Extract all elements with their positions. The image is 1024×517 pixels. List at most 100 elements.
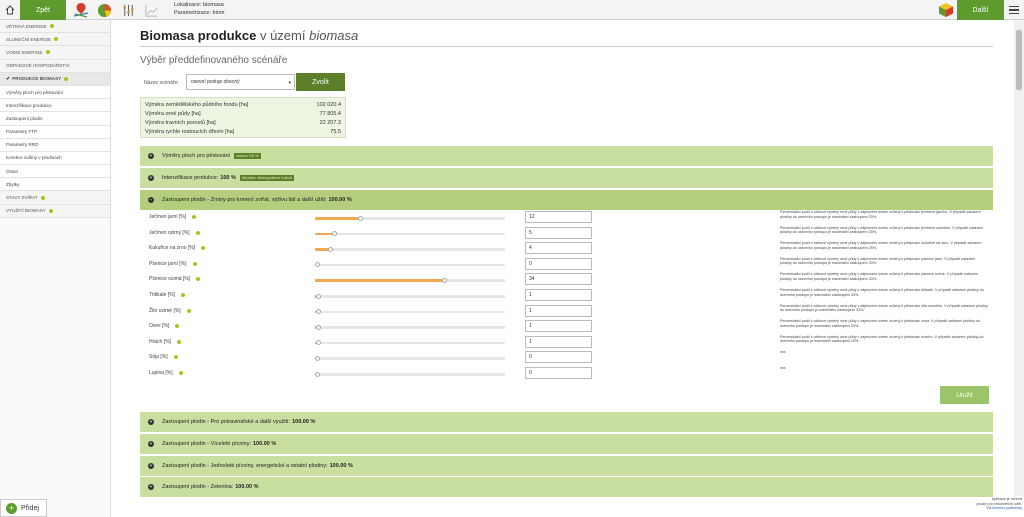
accordion-header[interactable]: + Výměry ploch pro pěstování zadáno 100 % <box>140 146 993 166</box>
license-note: Aplikace je určena pouze pro nekomerční … <box>944 497 1022 511</box>
crop-value-input[interactable]: 0 <box>525 351 592 364</box>
scenario-select[interactable]: osevní postup obecný ▾ <box>186 74 295 90</box>
crop-slider-handle[interactable] <box>315 355 320 361</box>
status-dot-icon <box>64 76 69 81</box>
crop-slider-handle[interactable] <box>315 371 320 377</box>
sidebar-item[interactable]: Osiva <box>0 165 110 179</box>
sidebar-item[interactable]: Vodní energie <box>0 46 110 60</box>
crop-slider-handle[interactable] <box>327 246 333 252</box>
sidebar-item[interactable]: Parametry TTP <box>0 125 110 139</box>
accordion-header[interactable]: − Zastoupení plodin - Zrniny pro krmení z… <box>140 190 993 210</box>
sidebar-item[interactable]: Stavy zvířat <box>0 191 110 205</box>
accordion-value: 100.00 % <box>235 484 259 490</box>
license-link[interactable]: Viz licenční podmínky <box>944 506 1022 511</box>
crop-slider-handle[interactable] <box>315 262 320 268</box>
crop-value-input[interactable]: 12 <box>525 211 592 223</box>
status-dot-icon <box>45 50 50 55</box>
crop-value-input[interactable]: 34 <box>525 273 592 286</box>
crop-value-input[interactable]: 1 <box>525 320 592 333</box>
crop-slider-handle[interactable] <box>441 277 447 283</box>
scrollbar[interactable] <box>1014 20 1024 496</box>
crop-slider[interactable] <box>315 262 505 268</box>
status-dot-icon <box>174 355 178 360</box>
home-icon[interactable] <box>0 0 20 20</box>
crop-slider[interactable] <box>315 231 505 237</box>
hamburger-menu-icon[interactable] <box>1007 4 1021 16</box>
accordion-value: 100.00 % <box>328 197 352 203</box>
save-button[interactable]: Uložit <box>940 386 989 404</box>
crop-description: Percentuální podíl z celkové výměry orné… <box>780 210 981 219</box>
status-dot-icon <box>40 195 45 200</box>
sidebar-item[interactable]: Korekce sušiny v plodinách <box>0 151 110 166</box>
accordion-header[interactable]: + Zastoupení plodin - Jednoleté pícniny, … <box>140 456 993 476</box>
crop-row: Tritikale [%] 1 Percentuální podíl z celko… <box>140 288 993 304</box>
crop-value-input[interactable]: 1 <box>525 304 592 317</box>
crop-slider-handle[interactable] <box>316 309 322 315</box>
crop-slider-fill <box>315 217 361 220</box>
pie-chart-icon[interactable] <box>95 1 113 19</box>
accordion-value: 100.00 % <box>329 463 353 469</box>
sidebar-item[interactable]: Sluneční energie <box>0 33 110 47</box>
sidebar-item[interactable]: Větrná energie <box>0 20 110 34</box>
status-dot-icon <box>193 261 197 266</box>
crop-value-input[interactable]: 0 <box>525 257 592 270</box>
crop-row: Pšenice jarní [%] 0 Percentuální podíl z c… <box>140 257 993 273</box>
crop-slider[interactable] <box>315 246 505 252</box>
sidebar-item[interactable]: Zastoupení plodin <box>0 112 110 126</box>
crop-row: Pšenice ozimá [%] 34 Percentuální podíl z … <box>140 272 993 288</box>
sidebar-item[interactable]: Využití biomasy <box>0 204 110 218</box>
crop-value-input[interactable]: 0 <box>525 367 592 379</box>
scrollbar-thumb[interactable] <box>1016 30 1022 90</box>
accordion-header[interactable]: + Zastoupení plodin - Zelenina: 100.00 % <box>140 477 993 497</box>
crop-slider[interactable] <box>315 340 505 346</box>
crop-slider-handle[interactable] <box>316 340 322 346</box>
crop-slider-handle[interactable] <box>316 324 322 330</box>
sidebar-item[interactable]: ✔ Produkce biomasy <box>0 72 110 86</box>
accordion-label: Zastoupení plodin - Víceleté pícniny: <box>162 441 251 447</box>
status-dot-icon <box>54 37 59 42</box>
sidebar-item-label: Korekce sušiny v plodinách <box>6 155 62 161</box>
accordion-header[interactable]: + Zastoupení plodin - Pro potravinářské a… <box>140 412 993 432</box>
crop-slider-handle[interactable] <box>358 215 364 221</box>
sidebar-item[interactable]: Parametry RRD <box>0 138 110 152</box>
crop-slider[interactable] <box>315 277 505 283</box>
crop-slider[interactable] <box>315 355 505 361</box>
crop-slider-handle[interactable] <box>331 231 337 237</box>
crop-slider[interactable] <box>315 371 505 377</box>
crop-slider[interactable] <box>315 293 505 299</box>
line-chart-icon[interactable] <box>142 1 160 19</box>
crop-label: Lupina [%] <box>149 370 173 376</box>
crop-slider[interactable] <box>315 215 505 221</box>
sidebar-item[interactable]: Intenzifikace produkce <box>0 99 110 113</box>
crop-value-input[interactable]: 1 <box>525 335 592 348</box>
sidebar-item[interactable]: Výměry ploch pro pěstování <box>0 85 110 100</box>
choose-button[interactable]: Zvolit <box>296 73 345 91</box>
crop-slider[interactable] <box>315 324 505 330</box>
accordion-value: 100 % <box>220 175 236 181</box>
sidebar-item[interactable]: Zbytky <box>0 178 110 192</box>
accordion-header[interactable]: + Zastoupení plodin - Víceleté pícniny: 10… <box>140 434 993 454</box>
cube-icon[interactable] <box>938 2 954 18</box>
plus-icon: + <box>148 419 154 425</box>
sidebar: Větrná energie Sluneční energie Vodní ener… <box>0 20 111 517</box>
next-button[interactable]: Další <box>957 0 1004 20</box>
sidebar-item-label: Výměry ploch pro pěstování <box>6 89 63 95</box>
info-row: Výměra orné půdy [ha] 77 805.4 <box>145 110 341 119</box>
crop-slider-handle[interactable] <box>316 293 322 299</box>
crop-value-input[interactable]: 5 <box>525 226 592 239</box>
accordion-label: Zastoupení plodin - Zrniny pro krmení zv… <box>162 197 327 203</box>
accordion-value: 100.00 % <box>292 419 316 425</box>
crop-label: Sója [%] <box>149 354 168 361</box>
crop-slider[interactable] <box>315 309 505 315</box>
status-dot-icon <box>187 308 191 313</box>
accordion-header[interactable]: + Intenzifikace produkce: 100 % dle plánu o… <box>140 168 993 188</box>
sliders-icon[interactable] <box>119 1 137 19</box>
back-button[interactable]: Zpět <box>20 0 66 20</box>
sidebar-item[interactable]: Odpadové hospodářství <box>0 59 110 73</box>
location-label: Lokalizace: biomasa <box>174 2 224 8</box>
add-button[interactable]: + Přidej <box>0 499 47 517</box>
crop-value-input[interactable]: 1 <box>525 289 592 301</box>
sidebar-item-label: Produkce biomasy <box>12 76 62 82</box>
map-pin-icon[interactable] <box>72 1 90 19</box>
crop-value-input[interactable]: 4 <box>525 242 592 255</box>
